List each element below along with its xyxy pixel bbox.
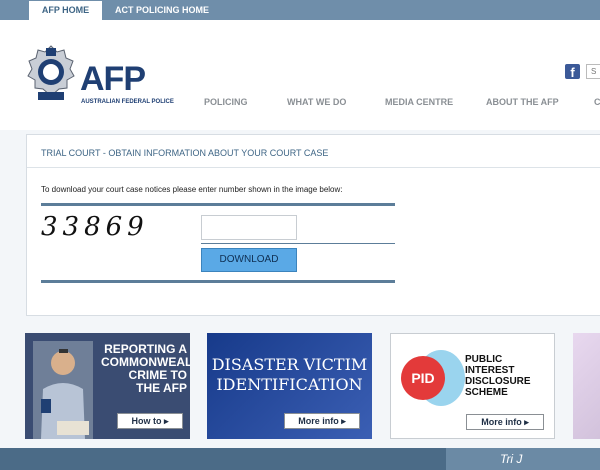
more-info-button[interactable]: More info ▸ [466,414,544,430]
court-case-panel: TRIAL COURT - OBTAIN INFORMATION ABOUT Y… [26,134,600,316]
captcha-image: 33869 [41,212,149,242]
nav-item-truncated[interactable]: C [594,97,600,107]
panel-title: TRIAL COURT - OBTAIN INFORMATION ABOUT Y… [41,148,329,158]
tab-afp-home[interactable]: AFP HOME [29,1,102,20]
tab-act-policing-home[interactable]: ACT POLICING HOME [107,1,217,20]
tile-heading: REPORTING A COMMONWEALTH CRIME TO THE AF… [101,342,190,395]
instruction-text: To download your court case notices plea… [41,185,343,194]
nav-policing[interactable]: POLICING [204,97,248,107]
nav-what-we-do[interactable]: WHAT WE DO [287,97,346,107]
captcha-code-input[interactable] [201,215,297,240]
nav-about-the-afp[interactable]: ABOUT THE AFP [486,97,559,107]
how-to-button[interactable]: How to ▸ [117,413,183,429]
search-input[interactable]: S [586,64,600,79]
divider [41,280,395,283]
afp-crest-icon [27,45,75,100]
pid-scheme-tile[interactable]: PID PUBLIC INTEREST DISCLOSURE SCHEME Mo… [390,333,555,439]
afp-logo-text[interactable]: AFP [80,60,146,99]
partial-promo-tile[interactable] [573,333,600,439]
site-header: AFP AUSTRALIAN FEDERAL POLICE POLICING W… [0,20,600,130]
facebook-icon[interactable]: f [565,64,580,80]
more-info-button[interactable]: More info ▸ [284,413,360,429]
officer-photo [33,341,93,439]
disaster-victim-tile[interactable]: DISASTER VICTIM IDENTIFICATION More info… [207,333,372,439]
divider [201,243,395,244]
tile-heading: PUBLIC INTEREST DISCLOSURE SCHEME [465,354,531,398]
tile-heading: DISASTER VICTIM IDENTIFICATION [211,355,368,394]
divider [41,203,395,206]
footer-text: Tri J [500,452,523,466]
footer-panel [446,448,600,470]
divider [27,167,600,168]
report-crime-tile[interactable]: REPORTING A COMMONWEALTH CRIME TO THE AF… [25,333,190,439]
pid-logo: PID [401,356,445,400]
nav-media-centre[interactable]: MEDIA CENTRE [385,97,453,107]
download-button[interactable]: DOWNLOAD [201,248,297,272]
afp-logo-subtitle: AUSTRALIAN FEDERAL POLICE [81,99,174,105]
